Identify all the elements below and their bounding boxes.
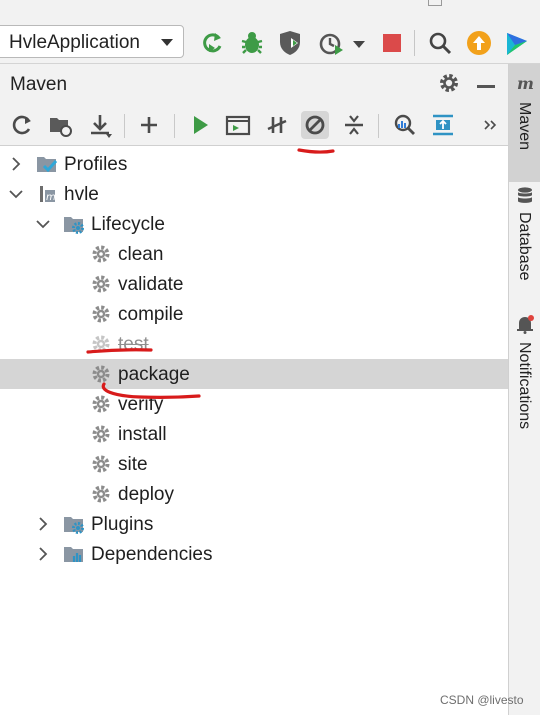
gear-icon: [90, 243, 112, 265]
toggle-offline-icon[interactable]: [263, 111, 291, 139]
profiler-icon[interactable]: [317, 29, 345, 57]
maven-project-icon: m: [36, 183, 58, 205]
dependencies-folder-icon: [63, 543, 85, 565]
profiles-folder-icon: [36, 153, 58, 175]
gear-icon[interactable]: [437, 71, 461, 95]
tree-node-dependencies[interactable]: Dependencies: [0, 539, 508, 569]
chevron-down-icon[interactable]: [345, 29, 365, 57]
bell-icon: [515, 314, 535, 334]
lifecycle-phase-test[interactable]: test: [0, 329, 508, 359]
phase-label: package: [118, 364, 190, 385]
right-tool-stripe: m Maven Database Notifications: [508, 64, 540, 715]
collapse-all-icon[interactable]: [340, 111, 368, 139]
add-icon[interactable]: [135, 111, 163, 139]
stripe-label: Notifications: [516, 342, 533, 430]
skip-tests-icon[interactable]: [301, 111, 329, 139]
chevron-down-icon[interactable]: [35, 216, 51, 232]
stripe-label: Maven: [516, 102, 533, 151]
lifecycle-phase-install[interactable]: install: [0, 419, 508, 449]
maven-tool-window-header: Maven: [0, 64, 508, 104]
chevron-right-icon[interactable]: [8, 156, 24, 172]
toolbar-divider: [174, 114, 175, 138]
chevron-down-icon[interactable]: [8, 186, 24, 202]
maven-toolbar: [0, 104, 508, 146]
gear-icon: [90, 453, 112, 475]
chevron-down-icon: [161, 39, 173, 46]
lifecycle-phase-verify[interactable]: verify: [0, 389, 508, 419]
more-icon[interactable]: [480, 111, 500, 139]
svg-text:m: m: [517, 74, 534, 93]
analyze-dependencies-icon[interactable]: [390, 111, 418, 139]
tree-node-project[interactable]: m hvle: [0, 179, 508, 209]
phase-label: site: [118, 454, 148, 475]
lifecycle-phase-compile[interactable]: compile: [0, 299, 508, 329]
tree-node-lifecycle[interactable]: Lifecycle: [0, 209, 508, 239]
execute-goal-icon[interactable]: [224, 111, 252, 139]
svg-text:m: m: [46, 192, 56, 203]
tree-node-label: hvle: [64, 184, 99, 205]
tree-node-label: Plugins: [91, 514, 154, 535]
update-icon[interactable]: [465, 29, 493, 57]
minimize-icon[interactable]: [477, 85, 495, 88]
stripe-button-maven[interactable]: m Maven: [509, 64, 540, 182]
gear-icon: [90, 483, 112, 505]
lifecycle-phase-deploy[interactable]: deploy: [0, 479, 508, 509]
debug-icon[interactable]: [238, 29, 266, 57]
gear-icon: [90, 363, 112, 385]
phase-label: compile: [118, 304, 184, 325]
search-icon[interactable]: [426, 29, 454, 57]
generate-sources-icon[interactable]: [47, 111, 75, 139]
stop-icon[interactable]: [378, 29, 406, 57]
phase-label: install: [118, 424, 167, 445]
lifecycle-phase-package[interactable]: package: [0, 359, 508, 389]
tree-node-label: Dependencies: [91, 544, 213, 565]
toolbar-divider: [124, 114, 125, 138]
chevron-right-icon[interactable]: [35, 516, 51, 532]
phase-label-skipped: test: [118, 334, 149, 355]
download-icon[interactable]: [86, 111, 114, 139]
run-icon[interactable]: [186, 111, 214, 139]
tree-node-label: Lifecycle: [91, 214, 165, 235]
maven-icon: m: [515, 74, 535, 94]
reload-icon[interactable]: [8, 111, 36, 139]
chevron-right-icon[interactable]: [35, 546, 51, 562]
run-configuration-label: HvleApplication: [9, 32, 140, 53]
phase-label: validate: [118, 274, 184, 295]
watermark: CSDN @livesto: [440, 693, 524, 707]
gear-icon: [90, 423, 112, 445]
coverage-icon[interactable]: [276, 29, 304, 57]
database-icon: [515, 186, 535, 206]
gear-icon: [90, 393, 112, 415]
lifecycle-phase-site[interactable]: site: [0, 449, 508, 479]
lifecycle-phase-validate[interactable]: validate: [0, 269, 508, 299]
gear-icon: [90, 273, 112, 295]
gear-icon: [90, 333, 112, 355]
window-restore-icon[interactable]: [428, 0, 442, 6]
rebuild-icon[interactable]: [198, 29, 226, 57]
toolbar-divider: [378, 114, 379, 138]
lifecycle-phase-clean[interactable]: clean: [0, 239, 508, 269]
plugins-folder-icon: [63, 513, 85, 535]
toolbox-icon[interactable]: [503, 29, 531, 57]
lifecycle-folder-icon: [63, 213, 85, 235]
main-toolbar: HvleApplication: [0, 0, 540, 64]
phase-label: clean: [118, 244, 164, 265]
run-configuration-select[interactable]: HvleApplication: [0, 25, 184, 58]
window-close-icon[interactable]: [500, 0, 512, 2]
toolbar-divider: [414, 30, 415, 56]
tree-node-profiles[interactable]: Profiles: [0, 149, 508, 179]
phase-label: verify: [118, 394, 164, 415]
tree-node-plugins[interactable]: Plugins: [0, 509, 508, 539]
phase-label: deploy: [118, 484, 174, 505]
maven-panel-title: Maven: [10, 74, 68, 95]
tree-node-label: Profiles: [64, 154, 128, 175]
stripe-label: Database: [516, 212, 533, 281]
gear-icon: [90, 303, 112, 325]
show-diagram-icon[interactable]: [429, 111, 457, 139]
